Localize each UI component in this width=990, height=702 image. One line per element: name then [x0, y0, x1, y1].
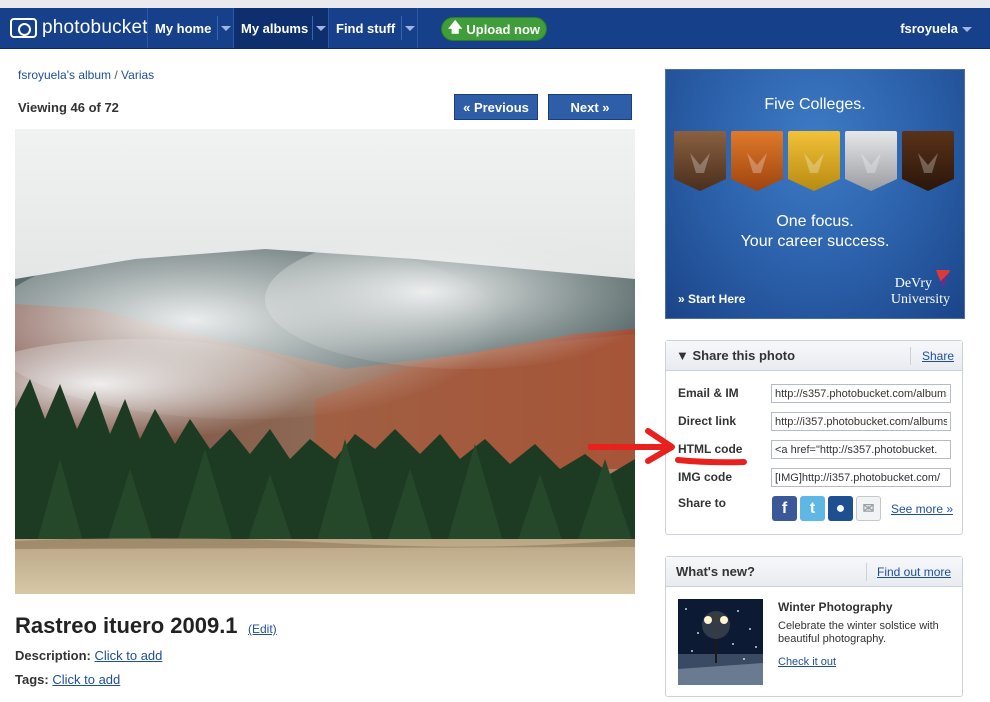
description-add-link[interactable]: Click to add — [94, 648, 162, 663]
find-out-more-link[interactable]: Find out more — [877, 565, 951, 579]
whats-new-item-desc: Celebrate the winter solstice with beaut… — [778, 620, 939, 645]
photobucket-logo[interactable]: photobucket — [10, 17, 148, 39]
nav-my-albums-label: My albums — [241, 20, 309, 36]
email-im-field[interactable] — [771, 384, 951, 403]
whats-new-title: What's new? — [676, 564, 755, 579]
tags-line: Tags: Click to add — [15, 672, 120, 687]
ad-brand: DeVry University — [891, 276, 950, 308]
ad-tagline-line1: One focus. — [776, 213, 854, 230]
direct-link-field[interactable] — [771, 412, 951, 431]
ad-headline: Five Colleges. — [764, 96, 866, 113]
top-nav-bar: photobucket My home My albums Find stuff… — [0, 0, 990, 49]
share-label-email: Email & IM — [678, 386, 739, 400]
twitter-icon[interactable]: t — [800, 496, 825, 521]
nav-find-stuff-label: Find stuff — [336, 20, 396, 36]
ad-start-here-link[interactable]: » Start Here — [678, 292, 745, 306]
whats-new-panel: What's new? Find out more Winter Photogr… — [665, 556, 963, 697]
breadcrumb-separator: / — [114, 68, 118, 82]
viewing-counter: Viewing 46 of 72 — [18, 100, 119, 115]
share-panel-header: ▼ Share this photo Share — [666, 341, 962, 371]
camera-icon — [10, 18, 37, 38]
share-to-label: Share to — [678, 496, 727, 510]
upload-now-button[interactable]: 🡅 Upload now — [441, 17, 547, 41]
facebook-icon[interactable]: f — [772, 496, 797, 521]
ad-brand-line2: University — [890, 292, 950, 307]
ad-shields — [674, 131, 958, 191]
description-label: Description: — [15, 648, 91, 663]
next-button[interactable]: Next » — [548, 94, 632, 120]
shield-icon — [902, 131, 954, 191]
shield-icon — [788, 131, 840, 191]
devry-advertisement[interactable]: Five Colleges. One focus. Your career su… — [665, 69, 965, 319]
landscape-photo-image — [15, 129, 635, 594]
tags-label: Tags: — [15, 672, 49, 687]
divider — [910, 347, 911, 365]
chevron-down-icon[interactable] — [401, 16, 417, 40]
description-line: Description: Click to add — [15, 648, 162, 663]
winter-night-image — [678, 599, 763, 685]
share-label-direct: Direct link — [678, 414, 737, 428]
email-icon[interactable]: ✉ — [856, 496, 881, 521]
user-menu[interactable]: fsroyuela — [900, 21, 972, 36]
breadcrumb: fsroyuela's album / Varias — [18, 68, 154, 82]
chevron-down-icon[interactable] — [217, 16, 233, 40]
whats-new-header: What's new? Find out more — [666, 557, 962, 587]
tags-add-link[interactable]: Click to add — [52, 672, 120, 687]
logo-text: photobucket — [42, 17, 148, 38]
share-label-img: IMG code — [678, 470, 733, 484]
upload-arrow-icon: 🡅 — [447, 19, 463, 35]
divider — [866, 563, 867, 581]
ad-tagline: One focus. Your career success. — [666, 212, 964, 252]
nav-find-stuff[interactable]: Find stuff — [328, 8, 418, 48]
nav-my-albums[interactable]: My albums — [233, 8, 328, 48]
check-it-out-link[interactable]: Check it out — [778, 656, 836, 668]
share-label-html: HTML code — [678, 442, 743, 456]
share-header-link[interactable]: Share — [922, 349, 954, 363]
photo-title: Rastreo ituero 2009.1 — [15, 613, 238, 638]
see-more-link[interactable]: See more » — [891, 502, 953, 516]
breadcrumb-album-link[interactable]: fsroyuela's album — [18, 68, 111, 82]
img-code-field[interactable] — [771, 468, 951, 487]
chevron-down-icon[interactable] — [312, 16, 328, 40]
upload-label: Upload now — [466, 21, 541, 37]
ad-brand-line1: DeVry — [894, 276, 932, 291]
main-photo[interactable] — [15, 129, 635, 594]
shield-icon — [731, 131, 783, 191]
shield-icon — [845, 131, 897, 191]
myspace-icon[interactable]: ● — [828, 496, 853, 521]
nav-my-home[interactable]: My home — [147, 8, 233, 48]
html-code-field[interactable] — [771, 440, 951, 459]
whats-new-item-title: Winter Photography — [778, 600, 893, 614]
edit-title-link[interactable]: (Edit) — [248, 622, 277, 636]
shield-icon — [674, 131, 726, 191]
ad-tagline-line2: Your career success. — [740, 233, 890, 250]
winter-photo-thumbnail[interactable] — [678, 599, 763, 685]
share-panel-title[interactable]: ▼ Share this photo — [676, 348, 795, 363]
breadcrumb-subalbum-link[interactable]: Varias — [121, 68, 154, 82]
previous-button[interactable]: « Previous — [454, 94, 538, 120]
nav-my-home-label: My home — [155, 20, 212, 36]
share-panel: ▼ Share this photo Share Email & IM Dire… — [665, 340, 963, 535]
